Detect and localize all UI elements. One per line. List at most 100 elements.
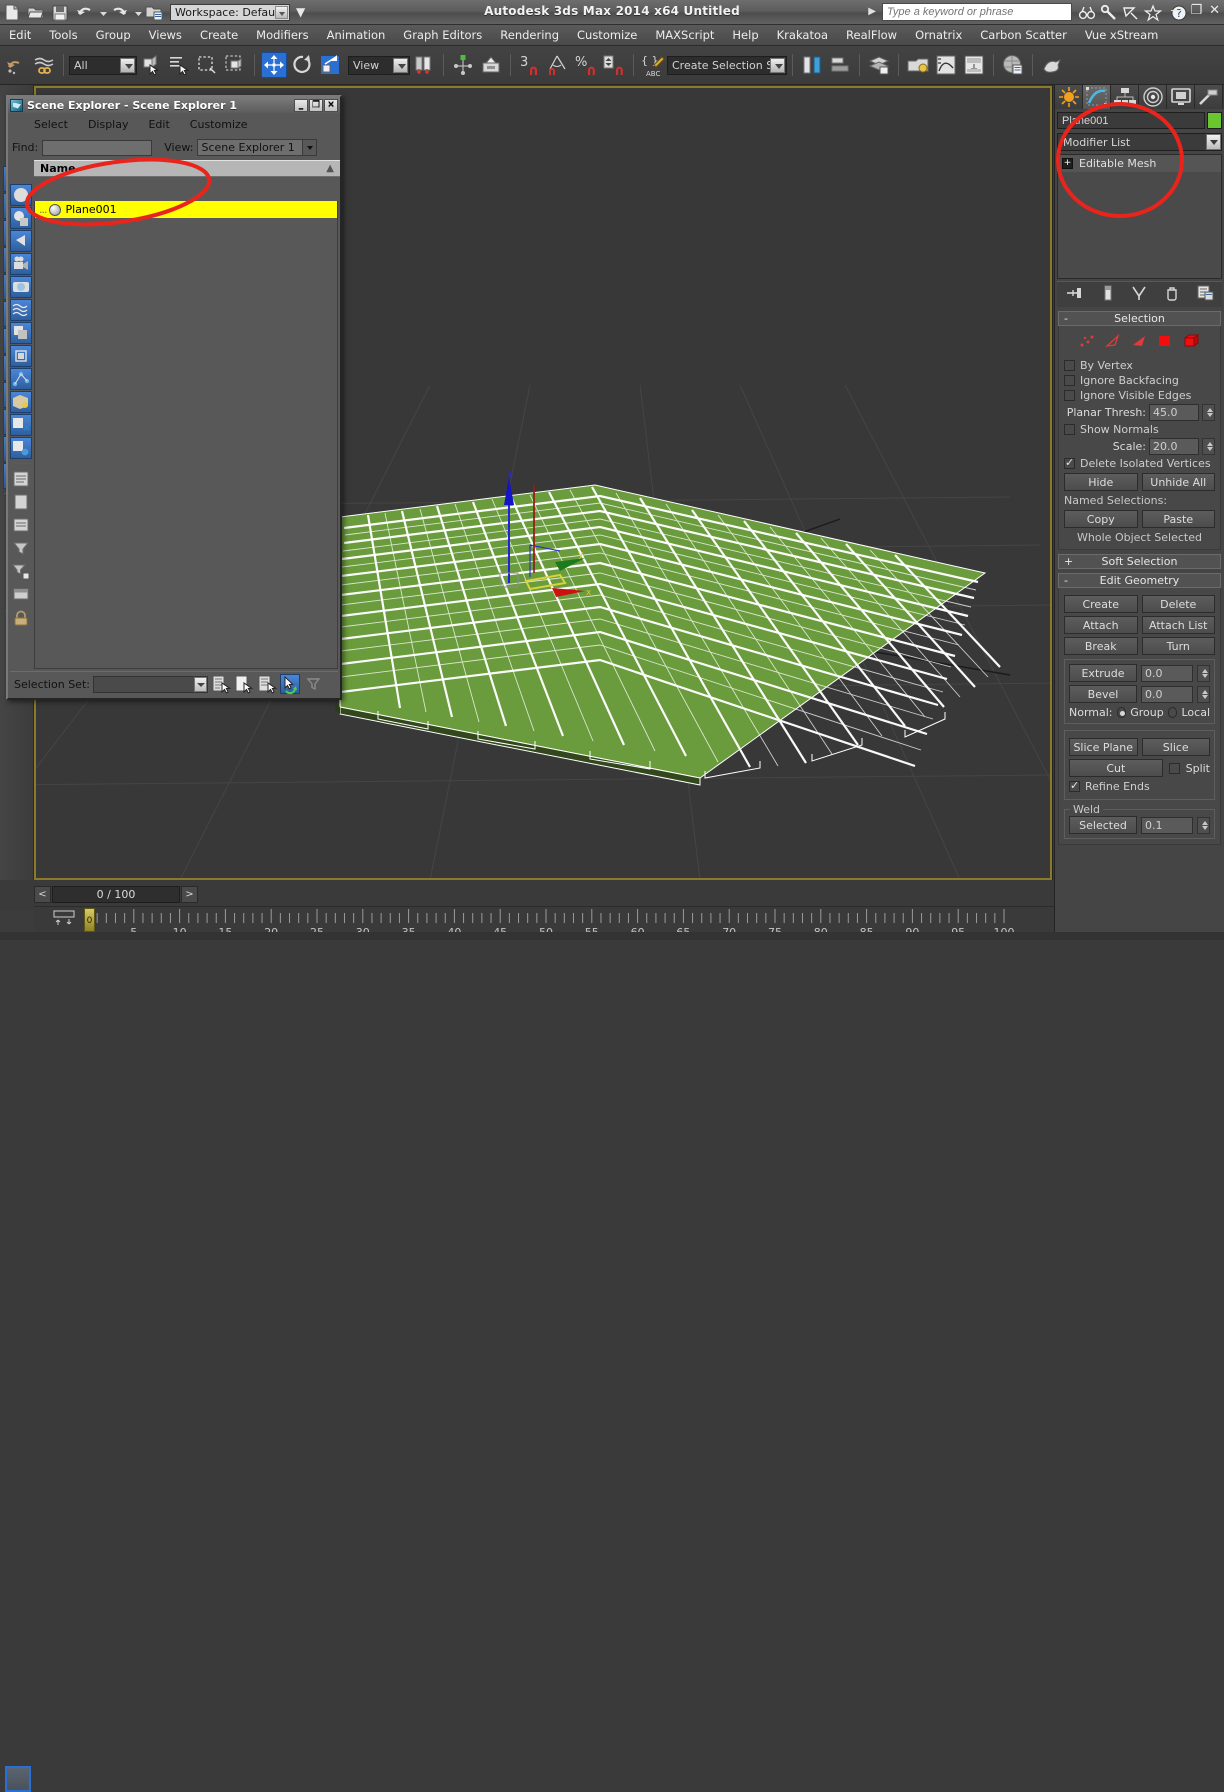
select-children-icon[interactable] bbox=[211, 674, 231, 694]
scene-explorer-window[interactable]: Scene Explorer - Scene Explorer 1 _ ❐ ✕ … bbox=[6, 95, 342, 700]
star-icon[interactable] bbox=[1144, 4, 1162, 22]
layer-manager-icon[interactable] bbox=[866, 52, 892, 78]
undo-redo-scene-icon[interactable] bbox=[3, 52, 29, 78]
checkbox-delete-isolated-vertices[interactable]: Delete Isolated Vertices bbox=[1064, 457, 1215, 470]
pin-stack-icon[interactable] bbox=[1065, 284, 1085, 305]
minimize-icon[interactable]: _ bbox=[294, 99, 308, 112]
select-influences-icon[interactable] bbox=[234, 674, 254, 694]
graphite-modeling-tools-icon[interactable] bbox=[905, 52, 931, 78]
se-blank-icon[interactable] bbox=[10, 491, 32, 513]
modify-tab[interactable] bbox=[1083, 85, 1111, 109]
menu-item-rendering[interactable]: Rendering bbox=[491, 26, 568, 44]
workspace-more-icon[interactable]: ▼ bbox=[296, 5, 305, 19]
chevron-down-icon[interactable] bbox=[770, 58, 785, 73]
se-display-groups-icon[interactable] bbox=[10, 322, 32, 344]
turn-button[interactable]: Turn bbox=[1142, 637, 1216, 655]
configure-modifier-sets-icon[interactable] bbox=[1196, 284, 1214, 305]
planar-thresh-spinner[interactable] bbox=[1202, 404, 1215, 421]
se-list-view-icon[interactable] bbox=[10, 468, 32, 490]
menu-item-krakatoa[interactable]: Krakatoa bbox=[768, 26, 837, 44]
use-pivot-center-icon[interactable] bbox=[411, 52, 437, 78]
snaps-toggle-3d-icon[interactable]: 3 bbox=[517, 52, 543, 78]
normal-local-radio[interactable] bbox=[1168, 707, 1178, 718]
se-display-cameras-icon[interactable] bbox=[10, 253, 32, 275]
se-box-icon[interactable] bbox=[10, 583, 32, 605]
menu-item-views[interactable]: Views bbox=[140, 26, 191, 44]
refine-ends-checkbox[interactable] bbox=[1069, 781, 1080, 792]
element-icon[interactable] bbox=[1183, 334, 1201, 351]
se-filter-settings-icon[interactable] bbox=[10, 560, 32, 582]
undo-dropdown-icon[interactable] bbox=[97, 2, 106, 23]
wrench-icon[interactable] bbox=[1100, 4, 1118, 22]
restore-icon[interactable]: ❐ bbox=[1190, 5, 1202, 17]
checkbox-show-normals[interactable]: Show Normals bbox=[1064, 423, 1215, 436]
break-button[interactable]: Break bbox=[1064, 637, 1138, 655]
undo-icon[interactable] bbox=[73, 2, 95, 23]
sync-selection-icon[interactable] bbox=[280, 674, 300, 694]
se-display-shapes-icon[interactable] bbox=[10, 207, 32, 229]
bevel-button[interactable]: Bevel bbox=[1069, 685, 1137, 703]
align-icon[interactable] bbox=[827, 52, 853, 78]
menu-item-ornatrix[interactable]: Ornatrix bbox=[906, 26, 971, 44]
current-frame-field[interactable]: 0 / 100 bbox=[52, 886, 180, 903]
snaps-toggle-icon[interactable] bbox=[478, 52, 504, 78]
new-file-icon[interactable] bbox=[1, 2, 23, 23]
menu-item-animation[interactable]: Animation bbox=[318, 26, 395, 44]
scene-explorer-menu-bar[interactable]: Select Display Edit Customize bbox=[8, 113, 340, 135]
se-display-lights-icon[interactable] bbox=[10, 230, 32, 252]
close-icon[interactable]: ✕ bbox=[1209, 5, 1220, 17]
named-selection-set-combo[interactable]: Create Selection Set bbox=[667, 56, 787, 75]
satellite-icon[interactable] bbox=[1122, 4, 1140, 22]
rollout-header-selection[interactable]: - Selection bbox=[1058, 311, 1221, 326]
open-file-icon[interactable] bbox=[25, 2, 47, 23]
select-by-name-icon[interactable] bbox=[166, 52, 192, 78]
selection-set-combo[interactable] bbox=[93, 676, 208, 693]
remove-modifier-icon[interactable] bbox=[1164, 284, 1180, 305]
window-controls[interactable]: — ❐ ✕ bbox=[1170, 5, 1220, 17]
unhide-all-button[interactable]: Unhide All bbox=[1142, 473, 1216, 491]
search-input[interactable] bbox=[882, 3, 1072, 21]
select-dependents-icon[interactable] bbox=[257, 674, 277, 694]
find-input[interactable] bbox=[42, 140, 152, 156]
weld-spinner[interactable] bbox=[1197, 817, 1210, 834]
vertex-icon[interactable] bbox=[1079, 334, 1095, 351]
scale-spinner[interactable] bbox=[1202, 438, 1215, 455]
rollout-expander[interactable]: + bbox=[1064, 555, 1073, 568]
menu-item-help[interactable]: Help bbox=[723, 26, 767, 44]
window-crossing-icon[interactable] bbox=[222, 52, 248, 78]
redo-icon[interactable] bbox=[108, 2, 130, 23]
menu-item-modifiers[interactable]: Modifiers bbox=[247, 26, 318, 44]
material-editor-icon[interactable] bbox=[1000, 52, 1026, 78]
se-display-particles-icon[interactable] bbox=[10, 414, 32, 436]
chevron-down-icon[interactable] bbox=[393, 58, 408, 73]
hide-button[interactable]: Hide bbox=[1064, 473, 1138, 491]
modifier-stack[interactable]: + Editable Mesh bbox=[1057, 154, 1222, 279]
checkbox-box[interactable] bbox=[1064, 458, 1075, 469]
display-tab[interactable] bbox=[1167, 85, 1195, 109]
workspace-combo[interactable]: Workspace: Default bbox=[170, 4, 290, 21]
menu-item-realflow[interactable]: RealFlow bbox=[837, 26, 906, 44]
select-and-manipulate-icon[interactable] bbox=[450, 52, 476, 78]
rollout-expander[interactable]: - bbox=[1064, 312, 1068, 325]
checkbox-box[interactable] bbox=[1064, 375, 1075, 386]
weld-selected-button[interactable]: Selected bbox=[1069, 816, 1137, 834]
previous-frame-button[interactable]: < bbox=[34, 886, 51, 903]
bevel-field[interactable]: 0.0 bbox=[1141, 686, 1193, 703]
se-menu-select[interactable]: Select bbox=[24, 118, 78, 131]
create-tab[interactable] bbox=[1055, 85, 1083, 109]
se-display-geometry-icon[interactable] bbox=[10, 184, 32, 206]
paste-button[interactable]: Paste bbox=[1142, 510, 1216, 528]
percent-snap-toggle-icon[interactable]: % bbox=[573, 52, 599, 78]
render-setup-icon[interactable] bbox=[1039, 52, 1065, 78]
save-icon[interactable] bbox=[49, 2, 71, 23]
refine-ends-row[interactable]: Refine Ends bbox=[1069, 780, 1210, 793]
menu-item-graph-editors[interactable]: Graph Editors bbox=[394, 26, 491, 44]
se-menu-display[interactable]: Display bbox=[78, 118, 139, 131]
slice-button[interactable]: Slice bbox=[1142, 738, 1211, 756]
se-lock-icon[interactable] bbox=[10, 606, 32, 628]
search-binoculars-icon[interactable] bbox=[1078, 4, 1096, 22]
rectangular-selection-region-icon[interactable] bbox=[194, 52, 220, 78]
checkbox-ignore-backfacing[interactable]: Ignore Backfacing bbox=[1064, 374, 1215, 387]
modifier-list-combo[interactable]: Modifier List bbox=[1057, 133, 1222, 151]
redo-dropdown-icon[interactable] bbox=[132, 2, 141, 23]
